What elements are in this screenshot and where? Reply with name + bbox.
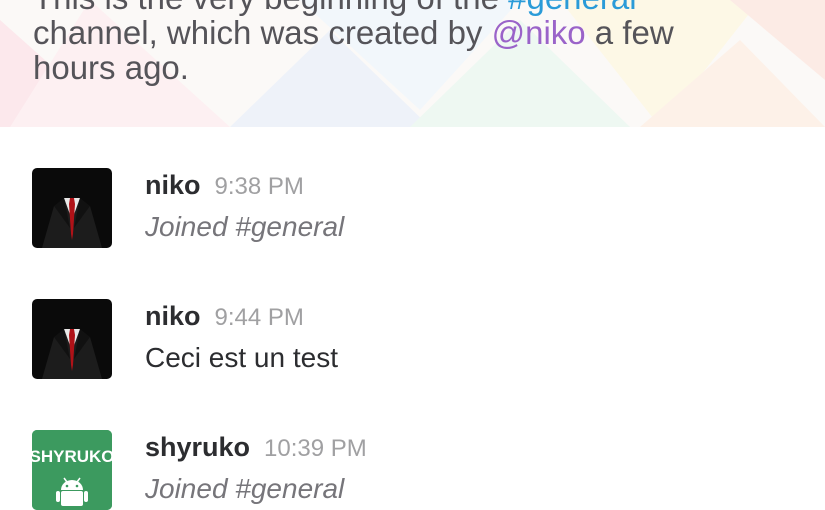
message-header: niko 9:44 PM xyxy=(145,301,304,332)
message-item: niko 9:44 PM Ceci est un test xyxy=(0,299,825,399)
intro-line3: hours ago. xyxy=(33,49,189,86)
chat-view: This is the very beginning of the #gener… xyxy=(0,0,825,510)
suit-avatar-icon xyxy=(32,299,112,379)
message-header: niko 9:38 PM xyxy=(145,170,304,201)
avatar[interactable]: SHYRUKO xyxy=(32,430,112,510)
message-text: Joined #general xyxy=(145,211,345,242)
avatar[interactable] xyxy=(32,168,112,248)
message-text: Ceci est un test xyxy=(145,342,338,373)
timestamp[interactable]: 9:44 PM xyxy=(215,304,304,331)
message-item: SHYRUKO shyruko 10:39 PM Joined #general xyxy=(0,430,825,510)
intro-line2-suffix: a few xyxy=(585,14,674,51)
intro-line2: channel, which was created by xyxy=(33,14,492,51)
message-item: niko 9:38 PM Joined #general xyxy=(0,168,825,268)
channel-intro-text: This is the very beginning of the #gener… xyxy=(33,0,753,85)
author-name[interactable]: shyruko xyxy=(145,432,250,462)
user-mention-link[interactable]: @niko xyxy=(492,14,586,51)
timestamp[interactable]: 9:38 PM xyxy=(215,173,304,200)
avatar[interactable] xyxy=(32,299,112,379)
android-avatar-icon: SHYRUKO xyxy=(32,430,112,510)
message-header: shyruko 10:39 PM xyxy=(145,432,367,463)
avatar-text: SHYRUKO xyxy=(32,447,112,466)
channel-intro-banner: This is the very beginning of the #gener… xyxy=(0,0,825,127)
author-name[interactable]: niko xyxy=(145,170,201,200)
message-text: Joined #general xyxy=(145,473,345,504)
author-name[interactable]: niko xyxy=(145,301,201,331)
timestamp[interactable]: 10:39 PM xyxy=(264,435,367,462)
suit-avatar-icon xyxy=(32,168,112,248)
